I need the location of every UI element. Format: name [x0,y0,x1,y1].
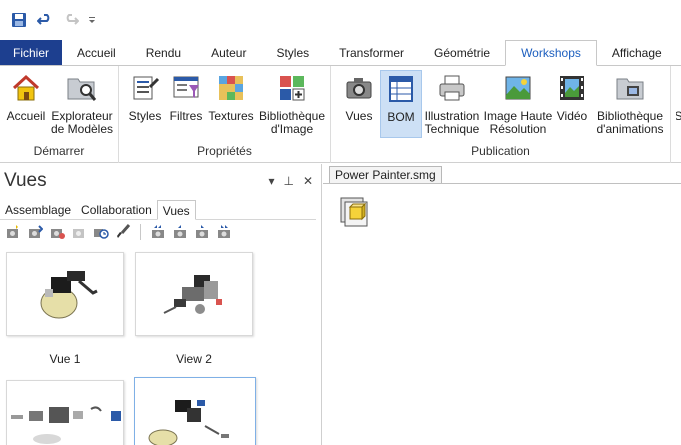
group-proprietes: Styles Filtres Textures Bibliothèque d'I… [119,66,331,163]
film-icon [555,70,589,106]
update-view-icon[interactable] [26,224,44,240]
landscape-image-icon [501,70,535,106]
filtres-button[interactable]: Filtres [169,70,203,123]
pane-subtabs: Assemblage Collaboration Vues [0,200,316,220]
exploded-sprayer-image [163,275,222,314]
image-haute-resolution-button[interactable]: Image Haute Résolution [483,70,553,136]
view-thumbnail[interactable] [6,252,124,336]
partial-ribbon-button[interactable]: S [676,70,681,123]
video-label: Vidéo [556,109,588,123]
customize-dropdown-icon[interactable] [87,10,97,30]
pane-controls: ▾ ⊥ ✕ [268,174,313,188]
tab-geometrie[interactable]: Géométrie [419,40,505,65]
bibliotheque-animations-label-2: d'animations [596,122,664,136]
views-toolbar [4,223,233,241]
document-tab[interactable]: Power Painter.smg [329,166,442,184]
illustration-technique-button[interactable]: Illustration Technique [423,70,481,136]
group-demarrer: Accueil Explorateur de Modèles Démarrer [0,66,119,163]
group-label-proprietes: Propriétés [197,144,252,158]
animation-library-icon [613,70,647,106]
subtab-assemblage[interactable]: Assemblage [0,200,76,219]
view-label: Vue 1 [49,352,81,366]
camera-next-icon[interactable] [193,224,211,240]
explorateur-label-2: de Modèles [50,122,114,136]
group-label-demarrer: Démarrer [33,144,85,158]
bom-label: BOM [387,110,415,124]
filtres-label: Filtres [169,109,203,123]
explorateur-button[interactable]: Explorateur de Modèles [49,70,115,136]
printer-icon [435,70,469,106]
tab-rendu[interactable]: Rendu [131,40,196,65]
tab-fichier[interactable]: Fichier [0,40,63,65]
ribbon-tabs: Fichier Accueil Rendu Auteur Styles Tran… [0,40,681,66]
tab-workshops[interactable]: Workshops [505,40,597,66]
folder-search-icon [65,70,99,106]
document-area: Power Painter.smg [323,164,681,445]
tab-affichage[interactable]: Affichage [597,40,677,65]
bom-button[interactable]: BOM [380,70,422,138]
view-label: View 2 [176,352,212,366]
redo-icon[interactable] [61,10,81,30]
save-icon[interactable] [9,10,29,30]
paint-sprayer-image [40,271,98,319]
exploded-parts-image [11,406,121,444]
undo-icon[interactable] [35,10,55,30]
camera-icon [342,70,376,106]
textures-label: Textures [208,109,254,123]
accueil-label: Accueil [6,109,46,123]
pane-title: Vues [4,170,47,191]
video-button[interactable]: Vidéo [555,70,589,123]
illustration-technique-label-2: Technique [424,122,480,136]
filter-icon [169,70,203,106]
exploded-sprayer-image [148,400,229,445]
views-pane: Vues ▾ ⊥ ✕ Assemblage Collaboration Vues… [0,164,322,445]
view-thumbnail[interactable] [134,377,256,445]
camera-first-icon[interactable] [149,224,167,240]
toolbar-separator [140,224,141,240]
new-view-icon[interactable] [4,224,22,240]
image-haute-resolution-label-2: Résolution [489,122,547,136]
styles-label: Styles [128,109,162,123]
bibliotheque-image-button[interactable]: Bibliothèque d'Image [257,70,327,136]
styles-icon [128,70,162,106]
tab-so[interactable]: SO [677,40,681,65]
delete-view-icon[interactable] [48,224,66,240]
pane-menu-dropdown-icon[interactable]: ▾ [268,174,274,188]
vues-label: Vues [345,109,373,123]
quick-access-toolbar [0,0,681,40]
view-timer-icon[interactable] [92,224,110,240]
group-publication: Vues BOM Illustration Technique Image Ha… [331,66,671,163]
textures-button[interactable]: Textures [208,70,254,123]
tab-styles[interactable]: Styles [261,40,324,65]
view-thumbnail[interactable] [135,252,253,336]
house-icon [9,70,43,106]
image-library-icon [275,70,309,106]
close-icon[interactable]: ✕ [303,174,313,188]
tab-auteur[interactable]: Auteur [196,40,261,65]
camera-previous-icon[interactable] [171,224,189,240]
subtab-vues[interactable]: Vues [156,200,196,220]
textures-icon [214,70,248,106]
bibliotheque-animations-button[interactable]: Bibliothèque d'animations [593,70,667,136]
accueil-button[interactable]: Accueil [6,70,46,123]
tab-accueil[interactable]: Accueil [62,40,131,65]
bibliotheque-image-label-2: d'Image [270,122,314,136]
tab-transformer[interactable]: Transformer [324,40,419,65]
vues-button[interactable]: Vues [343,70,375,123]
model-document-icon[interactable] [339,196,369,228]
group-label-publication: Publication [471,144,530,158]
bom-table-icon [384,71,418,107]
view-thumbnail[interactable] [6,380,124,445]
ribbon: Accueil Explorateur de Modèles Démarrer … [0,66,681,163]
document-tab-divider [323,183,681,184]
pin-icon[interactable]: ⊥ [283,174,293,188]
camera-last-icon[interactable] [215,224,233,240]
styles-button[interactable]: Styles [129,70,161,123]
brush-icon[interactable] [114,224,132,240]
subtab-collaboration[interactable]: Collaboration [76,200,157,219]
partial-ribbon-label: S [676,109,681,123]
link-view-icon[interactable] [70,224,88,240]
